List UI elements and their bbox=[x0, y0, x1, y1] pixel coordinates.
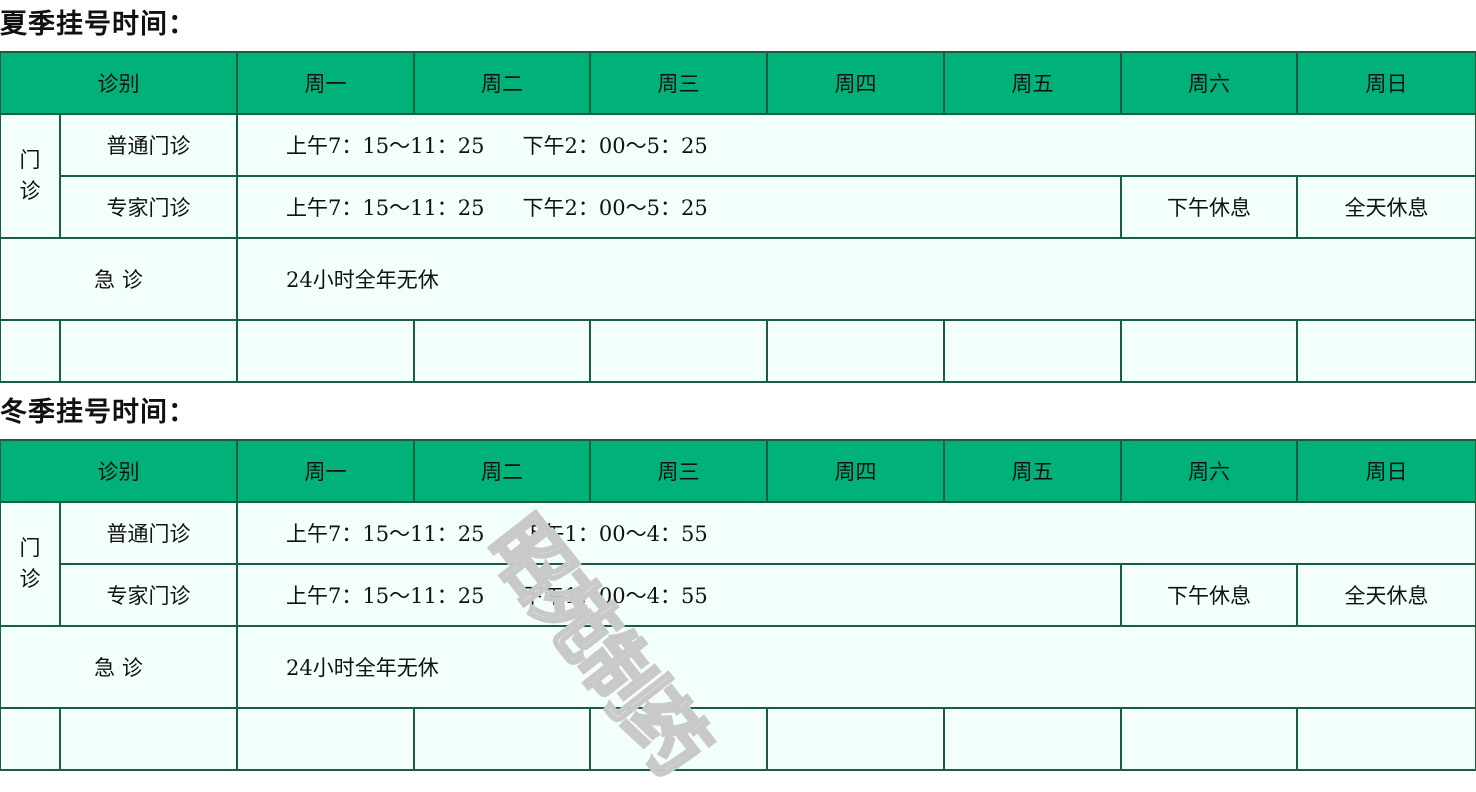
afternoon-hours: 下午2：00～5：25 bbox=[522, 134, 708, 158]
morning-hours: 上午7：15～11：25 bbox=[286, 196, 485, 220]
header-monday: 周一 bbox=[236, 51, 415, 115]
empty-cell bbox=[236, 707, 415, 771]
empty-row bbox=[0, 707, 1476, 771]
table-row: 急 诊 24小时全年无休 bbox=[0, 625, 1476, 709]
table-row: 门 诊 普通门诊 上午7：15～11：25 下午1：00～4：55 bbox=[0, 501, 1476, 627]
expert-sunday: 全天休息 bbox=[1296, 175, 1476, 239]
empty-cell bbox=[0, 319, 61, 383]
morning-hours: 上午7：15～11：25 bbox=[286, 584, 485, 608]
empty-cell bbox=[59, 319, 238, 383]
empty-cell bbox=[413, 707, 591, 771]
header-clinic-type: 诊别 bbox=[0, 439, 238, 503]
outpatient-label-char: 门 bbox=[19, 536, 41, 560]
table-row: 专家门诊 上午7：15～11：25 下午2：00～5：25 下午休息 全天休息 bbox=[0, 175, 1476, 239]
empty-cell bbox=[59, 707, 238, 771]
winter-schedule-table: 诊别 周一 周二 周三 周四 周五 周六 周日 门 诊 普通门诊 上午7：15～… bbox=[0, 439, 1476, 771]
header-tuesday: 周二 bbox=[413, 439, 591, 503]
table-row: 专家门诊 上午7：15～11：25 下午1：00～4：55 下午休息 全天休息 bbox=[0, 563, 1476, 627]
morning-hours: 上午7：15～11：25 bbox=[286, 134, 485, 158]
expert-clinic-label: 专家门诊 bbox=[59, 175, 238, 239]
header-wednesday: 周三 bbox=[589, 51, 768, 115]
expert-saturday: 下午休息 bbox=[1120, 563, 1298, 627]
empty-cell bbox=[589, 319, 768, 383]
header-sunday: 周日 bbox=[1296, 439, 1476, 503]
empty-cell bbox=[1120, 707, 1298, 771]
outpatient-label-char: 诊 bbox=[19, 567, 41, 591]
emergency-label: 急 诊 bbox=[0, 625, 238, 709]
summer-section-title: 夏季挂号时间： bbox=[0, 9, 196, 40]
empty-cell bbox=[236, 319, 415, 383]
empty-cell bbox=[1120, 319, 1298, 383]
outpatient-label-char: 门 bbox=[19, 148, 41, 172]
winter-section-title: 冬季挂号时间： bbox=[0, 397, 196, 428]
outpatient-label-char: 诊 bbox=[19, 179, 41, 203]
table-row: 急 诊 24小时全年无休 bbox=[0, 237, 1476, 321]
summer-schedule-table: 诊别 周一 周二 周三 周四 周五 周六 周日 门 诊 普通门诊 上午7：15～… bbox=[0, 51, 1476, 383]
empty-cell bbox=[0, 707, 61, 771]
empty-cell bbox=[1296, 319, 1476, 383]
header-monday: 周一 bbox=[236, 439, 415, 503]
header-clinic-type: 诊别 bbox=[0, 51, 238, 115]
emergency-hours: 24小时全年无休 bbox=[236, 625, 1476, 709]
general-clinic-hours: 上午7：15～11：25 下午2：00～5：25 bbox=[236, 113, 1476, 177]
empty-cell bbox=[589, 707, 768, 771]
header-friday: 周五 bbox=[943, 439, 1122, 503]
emergency-label: 急 诊 bbox=[0, 237, 238, 321]
empty-cell bbox=[943, 707, 1122, 771]
expert-clinic-label: 专家门诊 bbox=[59, 563, 238, 627]
general-clinic-label: 普通门诊 bbox=[59, 501, 238, 565]
table-row: 门 诊 普通门诊 上午7：15～11：25 下午2：00～5：25 bbox=[0, 113, 1476, 239]
header-saturday: 周六 bbox=[1120, 439, 1298, 503]
outpatient-label: 门 诊 bbox=[0, 501, 61, 627]
header-saturday: 周六 bbox=[1120, 51, 1298, 115]
general-clinic-label: 普通门诊 bbox=[59, 113, 238, 177]
header-tuesday: 周二 bbox=[413, 51, 591, 115]
header-wednesday: 周三 bbox=[589, 439, 768, 503]
table-header-row: 诊别 周一 周二 周三 周四 周五 周六 周日 bbox=[0, 439, 1476, 503]
expert-saturday: 下午休息 bbox=[1120, 175, 1298, 239]
expert-sunday: 全天休息 bbox=[1296, 563, 1476, 627]
header-sunday: 周日 bbox=[1296, 51, 1476, 115]
expert-clinic-hours: 上午7：15～11：25 下午1：00～4：55 bbox=[236, 563, 1122, 627]
header-friday: 周五 bbox=[943, 51, 1122, 115]
afternoon-hours: 下午1：00～4：55 bbox=[522, 584, 708, 608]
table-header-row: 诊别 周一 周二 周三 周四 周五 周六 周日 bbox=[0, 51, 1476, 115]
expert-clinic-hours: 上午7：15～11：25 下午2：00～5：25 bbox=[236, 175, 1122, 239]
header-thursday: 周四 bbox=[766, 51, 945, 115]
empty-cell bbox=[1296, 707, 1476, 771]
afternoon-hours: 下午2：00～5：25 bbox=[522, 196, 708, 220]
morning-hours: 上午7：15～11：25 bbox=[286, 522, 485, 546]
outpatient-label: 门 诊 bbox=[0, 113, 61, 239]
header-thursday: 周四 bbox=[766, 439, 945, 503]
empty-cell bbox=[413, 319, 591, 383]
empty-cell bbox=[766, 319, 945, 383]
empty-row bbox=[0, 319, 1476, 383]
emergency-hours: 24小时全年无休 bbox=[236, 237, 1476, 321]
general-clinic-hours: 上午7：15～11：25 下午1：00～4：55 bbox=[236, 501, 1476, 565]
empty-cell bbox=[943, 319, 1122, 383]
afternoon-hours: 下午1：00～4：55 bbox=[522, 522, 708, 546]
empty-cell bbox=[766, 707, 945, 771]
